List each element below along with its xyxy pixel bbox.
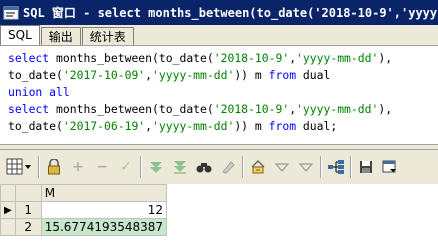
toolbar-separator bbox=[140, 156, 142, 178]
row-number: 2 bbox=[14, 218, 42, 236]
post-icon[interactable]: ✓ bbox=[116, 157, 136, 177]
sql-keyword: select bbox=[8, 102, 57, 116]
tree-icon[interactable] bbox=[326, 157, 346, 177]
sql-window-icon bbox=[3, 5, 19, 21]
sql-string: 'yyyy-mm-dd' bbox=[152, 68, 235, 82]
row-indicator bbox=[0, 218, 16, 236]
cell-value[interactable]: 12 bbox=[40, 201, 168, 219]
results-toolbar: + − ✓ bbox=[0, 150, 438, 184]
query-by-example-icon[interactable] bbox=[272, 157, 292, 177]
results-grid: M ▶ 1 12 2 15.6774193548387 bbox=[0, 184, 438, 252]
sql-text: months_between(to_date( bbox=[56, 51, 214, 65]
sql-string: 'yyyy-mm-dd' bbox=[296, 102, 379, 116]
lock-icon[interactable] bbox=[44, 157, 64, 177]
toolbar-separator bbox=[38, 156, 40, 178]
sql-text: to_date( bbox=[8, 68, 63, 82]
sql-keyword: union all bbox=[8, 85, 70, 99]
sql-editor[interactable]: select months_between(to_date('2018-10-9… bbox=[0, 46, 438, 144]
sql-text: to_date( bbox=[8, 119, 63, 133]
sql-text: )) m bbox=[234, 68, 269, 82]
sql-text: dual bbox=[296, 68, 331, 82]
sql-keyword: from bbox=[268, 119, 297, 133]
sql-text: months_between(to_date( bbox=[56, 102, 214, 116]
cell-value[interactable]: 15.6774193548387 bbox=[40, 218, 168, 236]
row-number-header bbox=[14, 184, 42, 202]
grid-menu-icon[interactable] bbox=[4, 157, 34, 177]
sql-string: 'yyyy-mm-dd' bbox=[152, 119, 235, 133]
table-row[interactable]: 2 15.6774193548387 bbox=[0, 218, 168, 236]
tab-statistics[interactable]: 统计表 bbox=[81, 27, 134, 45]
toolbar-separator bbox=[350, 156, 352, 178]
window-titlebar: SQL 窗口 - select months_between(to_date('… bbox=[0, 0, 438, 25]
sql-text: )) m bbox=[234, 119, 269, 133]
sql-string: 'yyyy-mm-dd' bbox=[296, 51, 379, 65]
export-icon[interactable] bbox=[380, 157, 400, 177]
next-icon[interactable] bbox=[296, 157, 316, 177]
sql-string: '2018-10-9' bbox=[213, 102, 290, 116]
table-row[interactable]: ▶ 1 12 bbox=[0, 201, 168, 219]
row-indicator: ▶ bbox=[0, 201, 16, 219]
sql-keyword: from bbox=[268, 68, 297, 82]
sql-string: '2017-06-19' bbox=[62, 119, 146, 133]
code-line[interactable]: select months_between(to_date('2018-10-9… bbox=[0, 50, 438, 67]
print-icon[interactable] bbox=[248, 157, 268, 177]
sql-string: '2018-10-9' bbox=[213, 51, 290, 65]
sql-text: , bbox=[145, 119, 153, 133]
sql-text: , bbox=[145, 68, 153, 82]
code-line[interactable]: select months_between(to_date('2018-10-9… bbox=[0, 101, 438, 118]
code-line[interactable]: to_date('2017-06-19','yyyy-mm-dd')) m fr… bbox=[0, 118, 438, 135]
tab-sql[interactable]: SQL bbox=[0, 25, 40, 45]
fetch-last-icon[interactable] bbox=[170, 157, 190, 177]
save-icon[interactable] bbox=[356, 157, 376, 177]
sql-text: ), bbox=[378, 102, 393, 116]
tab-bar: SQL 输出 统计表 bbox=[0, 25, 438, 46]
row-number: 1 bbox=[14, 201, 42, 219]
find-icon[interactable] bbox=[194, 157, 214, 177]
sql-keyword: select bbox=[8, 51, 57, 65]
sql-string: '2017-10-09' bbox=[62, 68, 146, 82]
clear-icon[interactable] bbox=[218, 157, 238, 177]
column-header-m[interactable]: M bbox=[40, 184, 168, 202]
window-title: SQL 窗口 - select months_between(to_date('… bbox=[23, 6, 438, 20]
corner-cell bbox=[0, 184, 16, 202]
sql-text: dual; bbox=[296, 119, 338, 133]
add-row-icon[interactable]: + bbox=[68, 157, 88, 177]
toolbar-separator bbox=[242, 156, 244, 178]
code-line[interactable]: to_date('2017-10-09','yyyy-mm-dd')) m fr… bbox=[0, 67, 438, 84]
fetch-next-icon[interactable] bbox=[146, 157, 166, 177]
code-line[interactable]: union all bbox=[0, 84, 438, 101]
tab-output[interactable]: 输出 bbox=[40, 27, 81, 45]
delete-row-icon[interactable]: − bbox=[92, 157, 112, 177]
toolbar-separator bbox=[320, 156, 322, 178]
sql-text: ), bbox=[378, 51, 393, 65]
